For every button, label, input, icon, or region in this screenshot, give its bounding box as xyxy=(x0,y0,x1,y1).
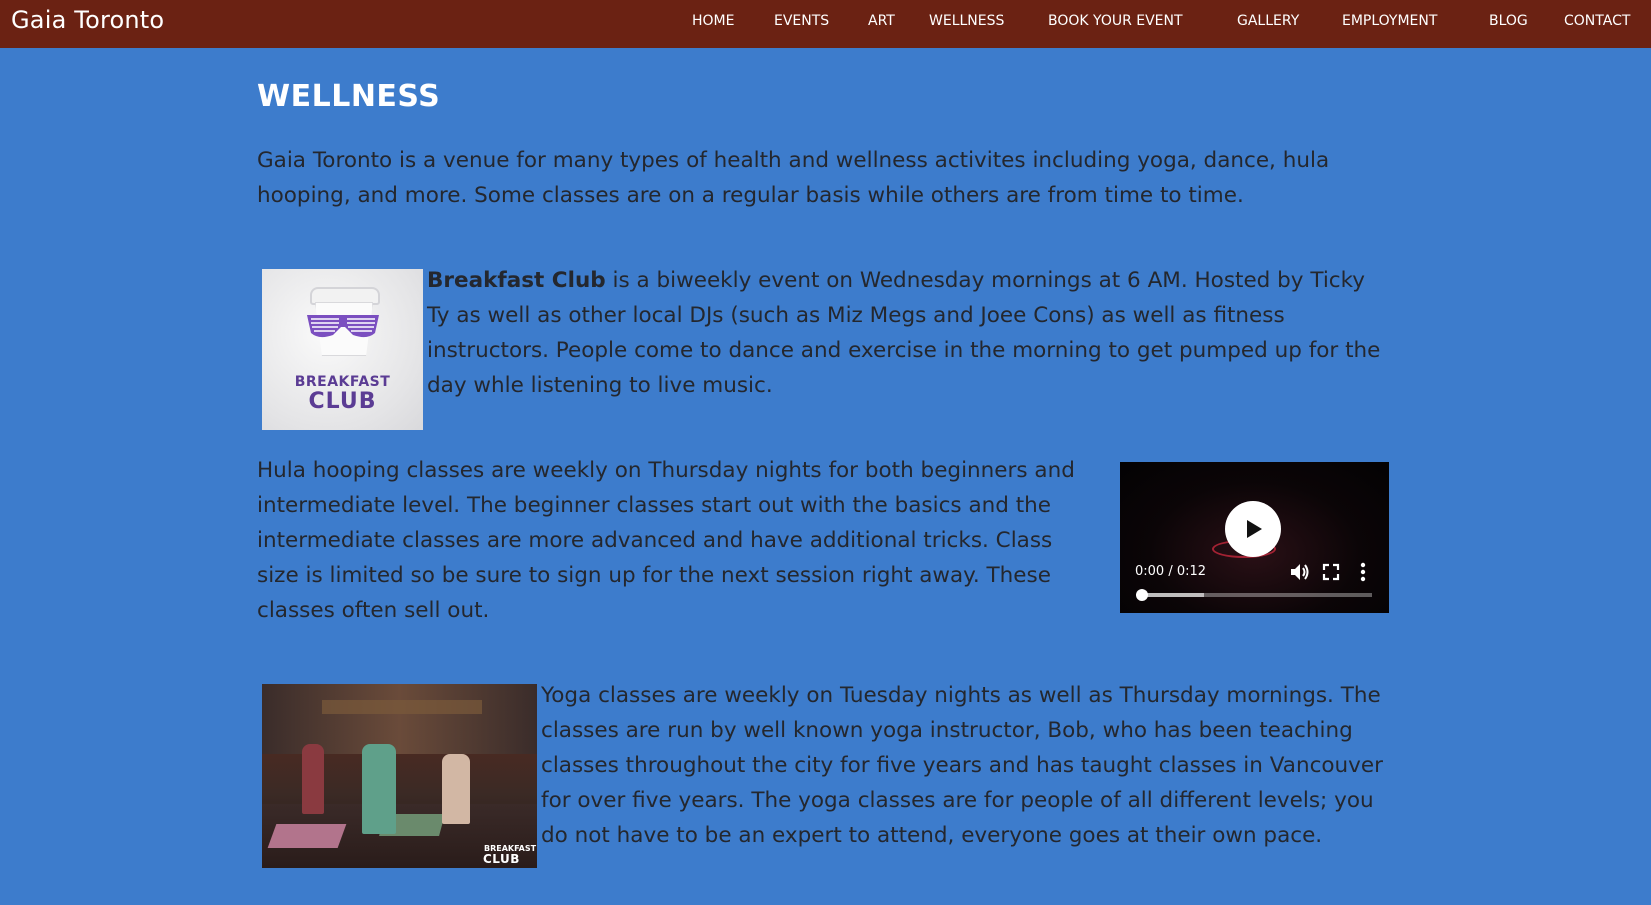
nav-link-events[interactable]: EVENTS xyxy=(774,13,829,29)
hula-hooping-paragraph: Hula hooping classes are weekly on Thurs… xyxy=(257,458,1075,623)
play-icon xyxy=(1247,520,1262,538)
page-title: WELLNESS xyxy=(257,79,441,114)
video-scrubber-knob[interactable] xyxy=(1136,589,1148,601)
breakfast-club-logo-image: BREAKFAST CLUB xyxy=(262,269,423,430)
photo-banner xyxy=(322,700,482,714)
logo-text-club: CLUB xyxy=(308,389,377,414)
breakfast-club-name: Breakfast Club xyxy=(427,268,606,293)
person-figure xyxy=(362,744,396,834)
nav-menu: HOME EVENTS ART WELLNESS BOOK YOUR EVENT… xyxy=(0,0,1651,48)
volume-icon[interactable] xyxy=(1288,561,1310,583)
top-navbar: Gaia Toronto HOME EVENTS ART WELLNESS BO… xyxy=(0,0,1651,48)
video-progress-bar[interactable] xyxy=(1136,589,1372,601)
shutter-shades-icon xyxy=(307,315,379,338)
person-figure xyxy=(442,754,470,824)
hula-video-player[interactable]: 0:00 / 0:12 xyxy=(1120,462,1389,613)
yoga-class-photo: BREAKFAST CLUB xyxy=(262,684,537,868)
video-time-readout: 0:00 / 0:12 xyxy=(1135,564,1207,579)
fullscreen-icon[interactable] xyxy=(1320,561,1342,583)
intro-paragraph: Gaia Toronto is a venue for many types o… xyxy=(257,148,1330,208)
nav-link-art[interactable]: ART xyxy=(868,13,895,29)
nav-link-book-your-event[interactable]: BOOK YOUR EVENT xyxy=(1048,13,1183,29)
photo-watermark-club: CLUB xyxy=(483,852,520,866)
person-figure xyxy=(302,744,324,814)
video-buffered-range xyxy=(1142,593,1205,597)
more-options-icon[interactable] xyxy=(1352,561,1374,583)
nav-link-employment[interactable]: EMPLOYMENT xyxy=(1342,13,1437,29)
yoga-paragraph: Yoga classes are weekly on Tuesday night… xyxy=(541,683,1383,848)
nav-link-gallery[interactable]: GALLERY xyxy=(1237,13,1299,29)
nav-link-contact[interactable]: CONTACT xyxy=(1564,13,1630,29)
nav-link-blog[interactable]: BLOG xyxy=(1489,13,1528,29)
nav-link-home[interactable]: HOME xyxy=(692,13,734,29)
logo-text-breakfast: BREAKFAST xyxy=(294,374,391,390)
breakfast-club-paragraph: Breakfast Club is a biweekly event on We… xyxy=(427,263,1387,403)
play-button[interactable] xyxy=(1225,501,1281,557)
photo-wall xyxy=(262,684,537,754)
yoga-mat-shape xyxy=(267,824,347,848)
nav-link-wellness[interactable]: WELLNESS xyxy=(929,13,1004,29)
